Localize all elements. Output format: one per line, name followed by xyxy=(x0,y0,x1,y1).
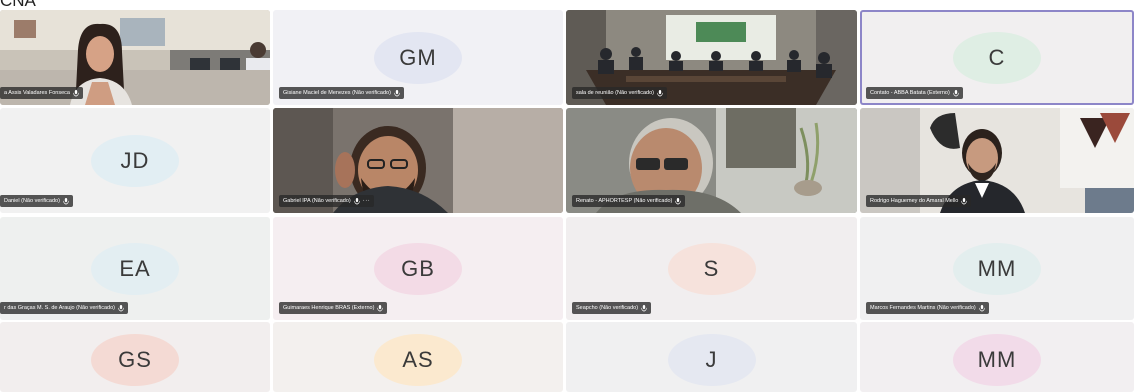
participant-tile[interactable]: Rodrigo Haguemey do Amaral Mello xyxy=(860,108,1134,213)
participant-tile[interactable]: Renato - APHORTESP (Não verificado) xyxy=(566,108,857,213)
participant-tile[interactable]: a Assis Valadares Fonseca xyxy=(0,10,270,105)
participant-avatar: S xyxy=(667,242,756,295)
mic-muted-icon xyxy=(63,197,69,205)
mic-muted-icon xyxy=(675,197,682,205)
participant-tile[interactable]: GB Guimaraes Henrique BRAS (Externo) xyxy=(273,217,563,320)
participant-name: sala de reunião (Não verificado) xyxy=(576,90,654,96)
mic-muted-icon xyxy=(354,197,360,205)
participant-avatar: AS xyxy=(374,334,462,386)
mic-muted-icon xyxy=(377,304,384,312)
participant-name: Gisiane Maciel de Menezes (Não verificad… xyxy=(283,90,391,96)
mic-muted-icon xyxy=(657,89,663,97)
participant-avatar: GB xyxy=(374,242,462,295)
participant-name-tag: Rodrigo Haguemey do Amaral Mello xyxy=(866,195,972,207)
participant-tile[interactable]: S Seapcho (Não verificado) xyxy=(566,217,857,320)
participant-tile[interactable]: MM xyxy=(860,322,1134,392)
participant-name: Marcos Fernandes Martins (Não verificado… xyxy=(870,305,976,311)
participant-name-tag: Seapcho (Não verificado) xyxy=(572,302,652,314)
participant-name-tag: Guimaraes Henrique BRAS (Externo) xyxy=(279,302,388,314)
participant-avatar: JD xyxy=(91,134,179,187)
participant-tile[interactable]: EA r das Graças M. S. de Araujo (Não veri… xyxy=(0,217,270,320)
mic-muted-icon xyxy=(953,89,959,97)
participant-name-tag: Gisiane Maciel de Menezes (Não verificad… xyxy=(279,87,404,99)
participant-name: Renato - APHORTESP (Não verificado) xyxy=(576,198,673,204)
participant-name: Guimaraes Henrique BRAS (Externo) xyxy=(283,305,375,311)
participant-name: Rodrigo Haguemey do Amaral Mello xyxy=(870,198,959,204)
mic-muted-icon xyxy=(118,304,124,312)
more-options-icon[interactable]: ··· xyxy=(363,195,371,207)
participant-name-tag: Daniel (Não verificado) xyxy=(0,195,73,207)
participant-name-tag: r das Graças M. S. de Araujo (Não verifi… xyxy=(0,302,128,314)
participant-name-tag: sala de reunião (Não verificado) xyxy=(572,87,667,99)
participant-tile[interactable]: AS xyxy=(273,322,563,392)
mic-muted-icon xyxy=(979,304,985,312)
participant-name-tag: Marcos Fernandes Martins (Não verificado… xyxy=(866,302,989,314)
participant-tile[interactable]: JD Daniel (Não verificado) xyxy=(0,108,270,213)
mic-muted-icon xyxy=(961,197,967,205)
participant-avatar: C xyxy=(953,31,1041,84)
mic-muted-icon xyxy=(394,89,400,97)
participant-avatar: MM xyxy=(953,242,1041,295)
participant-avatar: GS xyxy=(91,334,179,386)
participant-tile[interactable]: Gabriel IPA (Não verificado) ··· xyxy=(273,108,563,213)
participant-name-tag: Gabriel IPA (Não verificado) ··· xyxy=(279,195,375,207)
mic-muted-icon xyxy=(641,304,647,312)
mic-muted-icon xyxy=(73,89,79,97)
participant-tile[interactable]: J xyxy=(566,322,857,392)
participant-name: r das Graças M. S. de Araujo (Não verifi… xyxy=(4,305,115,311)
participant-name: Contato - ABBA Batata (Externo) xyxy=(870,90,950,96)
participant-avatar: MM xyxy=(953,334,1041,386)
participant-avatar: J xyxy=(667,334,756,386)
participant-avatar: EA xyxy=(91,242,179,295)
participant-name-tag: a Assis Valadares Fonseca xyxy=(0,87,83,99)
participant-avatar: GM xyxy=(374,31,462,84)
participant-tile[interactable]: GS xyxy=(0,322,270,392)
participant-tile[interactable]: GM Gisiane Maciel de Menezes (Não verific… xyxy=(273,10,563,105)
participant-tile[interactable]: C Contato - ABBA Batata (Externo) xyxy=(860,10,1134,105)
participant-name: Gabriel IPA (Não verificado) xyxy=(283,198,351,204)
participant-name: Daniel (Não verificado) xyxy=(4,198,60,204)
participant-tile[interactable]: MM Marcos Fernandes Martins (Não verifica… xyxy=(860,217,1134,320)
participant-name-tag: Renato - APHORTESP (Não verificado) xyxy=(572,195,686,207)
participant-tile[interactable]: sala de reunião (Não verificado) xyxy=(566,10,857,105)
participant-name-tag: Contato - ABBA Batata (Externo) xyxy=(866,87,963,99)
participant-name: Seapcho (Não verificado) xyxy=(576,305,639,311)
participant-name: a Assis Valadares Fonseca xyxy=(4,90,70,96)
